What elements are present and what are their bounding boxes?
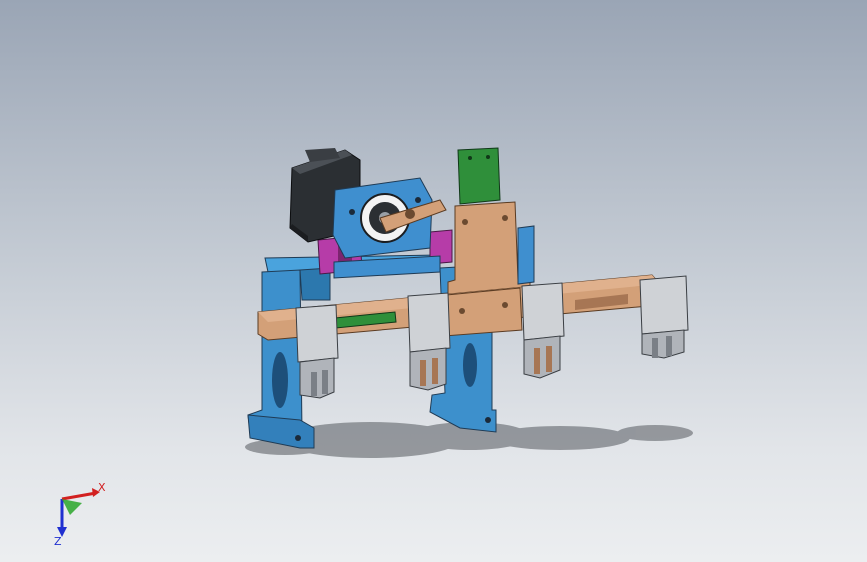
triad-axes [57,488,100,537]
x-axis-label: X [98,481,106,494]
gripper-unit-4[interactable] [639,275,689,359]
vertical-guide[interactable] [517,225,535,285]
gripper-unit-3[interactable] [521,282,565,379]
assembly-model[interactable] [0,0,867,562]
cad-viewport[interactable]: X Z [0,0,867,562]
gripper-unit-2[interactable] [407,292,451,391]
orientation-triad: X Z [54,481,106,548]
gripper-unit-1[interactable] [295,304,339,399]
y-axis-icon [62,499,82,515]
z-axis-label: Z [54,535,62,548]
x-axis-icon [61,491,97,501]
